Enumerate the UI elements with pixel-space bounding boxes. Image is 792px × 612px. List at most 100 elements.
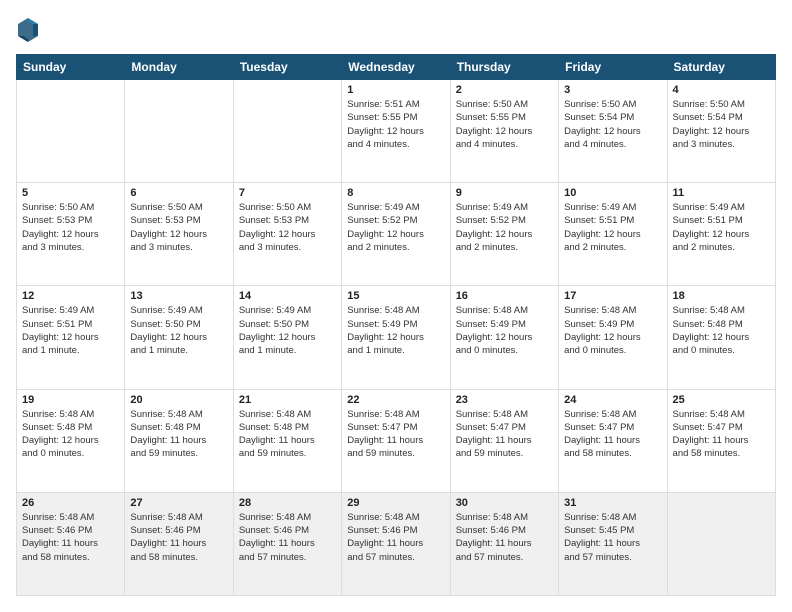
day-number: 26	[22, 497, 119, 509]
day-number: 8	[347, 187, 444, 199]
day-info: Sunrise: 5:48 AM Sunset: 5:49 PM Dayligh…	[347, 304, 444, 357]
day-number: 11	[673, 187, 770, 199]
day-number: 19	[22, 394, 119, 406]
calendar-cell: 2 Sunrise: 5:50 AM Sunset: 5:55 PM Daylig…	[450, 80, 558, 183]
calendar-table: SundayMondayTuesdayWednesdayThursdayFrid…	[16, 54, 776, 596]
calendar-week-4: 26 Sunrise: 5:48 AM Sunset: 5:46 PM Dayli…	[17, 492, 776, 595]
day-info: Sunrise: 5:48 AM Sunset: 5:49 PM Dayligh…	[456, 304, 553, 357]
day-number: 31	[564, 497, 661, 509]
day-number: 21	[239, 394, 336, 406]
logo-icon	[16, 16, 40, 44]
calendar-cell: 5Sunrise: 5:50 AM Sunset: 5:53 PM Daylig…	[17, 183, 125, 286]
day-number: 16	[456, 290, 553, 302]
calendar-cell: 17Sunrise: 5:48 AM Sunset: 5:49 PM Dayli…	[559, 286, 667, 389]
calendar-cell: 31 Sunrise: 5:48 AM Sunset: 5:45 PM Dayli…	[559, 492, 667, 595]
day-number: 4	[673, 84, 770, 96]
calendar-cell	[233, 80, 341, 183]
day-info: Sunrise: 5:48 AM Sunset: 5:47 PM Dayligh…	[347, 408, 444, 461]
calendar-cell: 7 Sunrise: 5:50 AM Sunset: 5:53 PM Daylig…	[233, 183, 341, 286]
day-info: Sunrise: 5:48 AM Sunset: 5:46 PM Dayligh…	[22, 511, 119, 564]
day-number: 3	[564, 84, 661, 96]
day-info: Sunrise: 5:49 AM Sunset: 5:52 PM Dayligh…	[347, 201, 444, 254]
calendar-week-0: 1 Sunrise: 5:51 AM Sunset: 5:55 PM Daylig…	[17, 80, 776, 183]
logo	[16, 16, 44, 44]
calendar-cell: 27 Sunrise: 5:48 AM Sunset: 5:46 PM Dayli…	[125, 492, 233, 595]
calendar-cell: 8 Sunrise: 5:49 AM Sunset: 5:52 PM Daylig…	[342, 183, 450, 286]
day-number: 17	[564, 290, 661, 302]
day-info: Sunrise: 5:48 AM Sunset: 5:47 PM Dayligh…	[456, 408, 553, 461]
calendar-cell: 16 Sunrise: 5:48 AM Sunset: 5:49 PM Dayli…	[450, 286, 558, 389]
day-info: Sunrise: 5:50 AM Sunset: 5:53 PM Dayligh…	[239, 201, 336, 254]
day-info: Sunrise: 5:48 AM Sunset: 5:48 PM Dayligh…	[22, 408, 119, 461]
calendar-header-tuesday: Tuesday	[233, 55, 341, 80]
day-number: 27	[130, 497, 227, 509]
day-number: 28	[239, 497, 336, 509]
calendar-cell: 11 Sunrise: 5:49 AM Sunset: 5:51 PM Dayli…	[667, 183, 775, 286]
day-info: Sunrise: 5:48 AM Sunset: 5:46 PM Dayligh…	[130, 511, 227, 564]
calendar-cell: 18 Sunrise: 5:48 AM Sunset: 5:48 PM Dayli…	[667, 286, 775, 389]
calendar-cell: 20 Sunrise: 5:48 AM Sunset: 5:48 PM Dayli…	[125, 389, 233, 492]
day-info: Sunrise: 5:49 AM Sunset: 5:52 PM Dayligh…	[456, 201, 553, 254]
day-number: 22	[347, 394, 444, 406]
calendar-cell	[667, 492, 775, 595]
day-number: 15	[347, 290, 444, 302]
calendar-cell: 19 Sunrise: 5:48 AM Sunset: 5:48 PM Dayli…	[17, 389, 125, 492]
calendar-cell	[125, 80, 233, 183]
day-number: 7	[239, 187, 336, 199]
calendar-cell: 12Sunrise: 5:49 AM Sunset: 5:51 PM Dayli…	[17, 286, 125, 389]
calendar-header-thursday: Thursday	[450, 55, 558, 80]
calendar-cell: 14Sunrise: 5:49 AM Sunset: 5:50 PM Dayli…	[233, 286, 341, 389]
header	[16, 16, 776, 44]
calendar-cell: 29 Sunrise: 5:48 AM Sunset: 5:46 PM Dayli…	[342, 492, 450, 595]
day-number: 24	[564, 394, 661, 406]
calendar-week-3: 19 Sunrise: 5:48 AM Sunset: 5:48 PM Dayli…	[17, 389, 776, 492]
calendar-cell: 28Sunrise: 5:48 AM Sunset: 5:46 PM Dayli…	[233, 492, 341, 595]
day-number: 13	[130, 290, 227, 302]
day-number: 5	[22, 187, 119, 199]
day-number: 1	[347, 84, 444, 96]
day-info: Sunrise: 5:49 AM Sunset: 5:51 PM Dayligh…	[564, 201, 661, 254]
day-number: 18	[673, 290, 770, 302]
day-info: Sunrise: 5:48 AM Sunset: 5:48 PM Dayligh…	[673, 304, 770, 357]
calendar-cell: 9 Sunrise: 5:49 AM Sunset: 5:52 PM Daylig…	[450, 183, 558, 286]
calendar-cell: 26 Sunrise: 5:48 AM Sunset: 5:46 PM Dayli…	[17, 492, 125, 595]
calendar-header-monday: Monday	[125, 55, 233, 80]
day-number: 30	[456, 497, 553, 509]
calendar-cell: 1 Sunrise: 5:51 AM Sunset: 5:55 PM Daylig…	[342, 80, 450, 183]
calendar-cell: 24 Sunrise: 5:48 AM Sunset: 5:47 PM Dayli…	[559, 389, 667, 492]
calendar-header-wednesday: Wednesday	[342, 55, 450, 80]
day-info: Sunrise: 5:48 AM Sunset: 5:47 PM Dayligh…	[673, 408, 770, 461]
day-info: Sunrise: 5:49 AM Sunset: 5:51 PM Dayligh…	[22, 304, 119, 357]
calendar-cell: 10 Sunrise: 5:49 AM Sunset: 5:51 PM Dayli…	[559, 183, 667, 286]
calendar-cell: 25 Sunrise: 5:48 AM Sunset: 5:47 PM Dayli…	[667, 389, 775, 492]
day-info: Sunrise: 5:50 AM Sunset: 5:54 PM Dayligh…	[673, 98, 770, 151]
calendar-cell: 3Sunrise: 5:50 AM Sunset: 5:54 PM Daylig…	[559, 80, 667, 183]
day-number: 2	[456, 84, 553, 96]
day-number: 20	[130, 394, 227, 406]
day-info: Sunrise: 5:48 AM Sunset: 5:48 PM Dayligh…	[239, 408, 336, 461]
day-info: Sunrise: 5:48 AM Sunset: 5:48 PM Dayligh…	[130, 408, 227, 461]
calendar-cell: 22 Sunrise: 5:48 AM Sunset: 5:47 PM Dayli…	[342, 389, 450, 492]
calendar-week-2: 12Sunrise: 5:49 AM Sunset: 5:51 PM Dayli…	[17, 286, 776, 389]
day-number: 14	[239, 290, 336, 302]
calendar-cell: 21 Sunrise: 5:48 AM Sunset: 5:48 PM Dayli…	[233, 389, 341, 492]
calendar-cell: 4 Sunrise: 5:50 AM Sunset: 5:54 PM Daylig…	[667, 80, 775, 183]
day-number: 29	[347, 497, 444, 509]
day-info: Sunrise: 5:48 AM Sunset: 5:46 PM Dayligh…	[347, 511, 444, 564]
day-info: Sunrise: 5:49 AM Sunset: 5:51 PM Dayligh…	[673, 201, 770, 254]
day-number: 9	[456, 187, 553, 199]
day-info: Sunrise: 5:48 AM Sunset: 5:46 PM Dayligh…	[456, 511, 553, 564]
page: SundayMondayTuesdayWednesdayThursdayFrid…	[0, 0, 792, 612]
day-info: Sunrise: 5:50 AM Sunset: 5:55 PM Dayligh…	[456, 98, 553, 151]
day-info: Sunrise: 5:48 AM Sunset: 5:47 PM Dayligh…	[564, 408, 661, 461]
calendar-header-sunday: Sunday	[17, 55, 125, 80]
day-number: 23	[456, 394, 553, 406]
calendar-cell: 30 Sunrise: 5:48 AM Sunset: 5:46 PM Dayli…	[450, 492, 558, 595]
day-number: 25	[673, 394, 770, 406]
day-info: Sunrise: 5:51 AM Sunset: 5:55 PM Dayligh…	[347, 98, 444, 151]
calendar-cell: 6Sunrise: 5:50 AM Sunset: 5:53 PM Daylig…	[125, 183, 233, 286]
day-info: Sunrise: 5:48 AM Sunset: 5:45 PM Dayligh…	[564, 511, 661, 564]
calendar-cell: 15 Sunrise: 5:48 AM Sunset: 5:49 PM Dayli…	[342, 286, 450, 389]
day-number: 10	[564, 187, 661, 199]
calendar-cell: 13Sunrise: 5:49 AM Sunset: 5:50 PM Dayli…	[125, 286, 233, 389]
